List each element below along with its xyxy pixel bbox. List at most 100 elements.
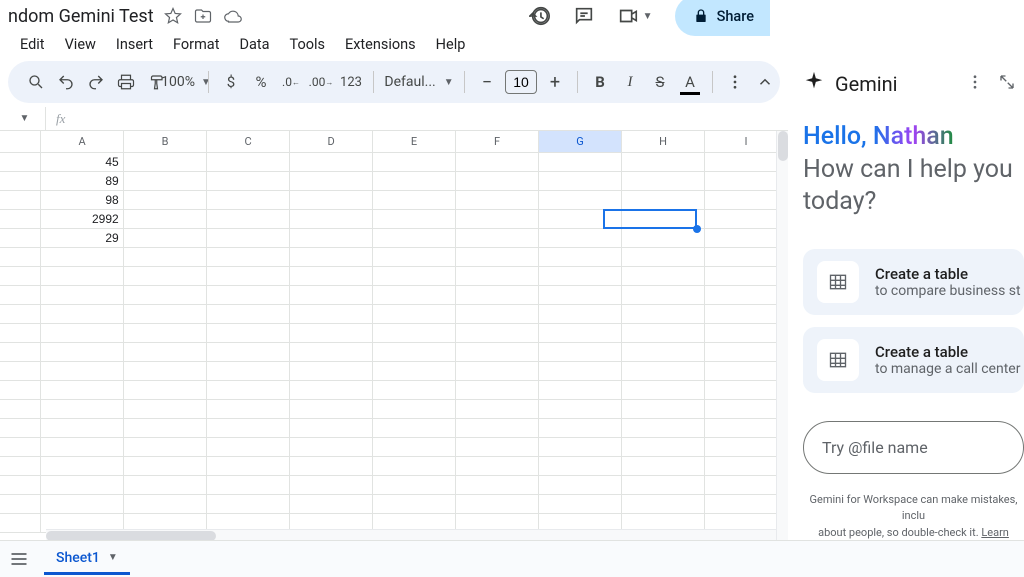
cell[interactable] <box>41 495 124 514</box>
font-size-input[interactable] <box>505 70 537 94</box>
cell[interactable] <box>124 476 207 495</box>
cell[interactable] <box>456 210 539 229</box>
all-sheets-icon[interactable] <box>4 544 34 574</box>
meet-icon[interactable]: ▼ <box>617 5 653 27</box>
row-header[interactable] <box>0 419 41 438</box>
cell[interactable] <box>622 172 705 191</box>
cell[interactable] <box>539 191 622 210</box>
cell[interactable]: 98 <box>41 191 124 210</box>
cell[interactable] <box>622 324 705 343</box>
cell[interactable] <box>290 419 373 438</box>
cell[interactable] <box>207 457 290 476</box>
strikethrough-icon[interactable]: S <box>646 68 674 96</box>
cell[interactable] <box>41 324 124 343</box>
cell[interactable] <box>41 457 124 476</box>
row-header[interactable] <box>0 153 41 172</box>
menu-data[interactable]: Data <box>239 36 269 53</box>
cell[interactable] <box>622 305 705 324</box>
cell[interactable] <box>124 172 207 191</box>
cell[interactable] <box>124 438 207 457</box>
move-folder-icon[interactable] <box>194 7 212 25</box>
cell[interactable] <box>539 286 622 305</box>
cell[interactable] <box>622 381 705 400</box>
cell[interactable] <box>456 191 539 210</box>
cell[interactable] <box>456 495 539 514</box>
cell[interactable] <box>290 267 373 286</box>
comment-icon[interactable] <box>573 5 595 27</box>
cell[interactable] <box>373 210 456 229</box>
row-header[interactable] <box>0 457 41 476</box>
cell[interactable] <box>290 248 373 267</box>
decrease-font-icon[interactable]: − <box>473 68 501 96</box>
cell[interactable]: 89 <box>41 172 124 191</box>
row-header[interactable] <box>0 305 41 324</box>
cell[interactable] <box>290 457 373 476</box>
cell[interactable] <box>539 457 622 476</box>
row-header[interactable] <box>0 229 41 248</box>
history-icon[interactable] <box>529 5 551 27</box>
share-button[interactable]: Share <box>675 0 770 36</box>
cell[interactable] <box>456 324 539 343</box>
spreadsheet-grid[interactable]: ABCDEFGHI 458998299229 <box>0 131 788 541</box>
cell[interactable] <box>373 153 456 172</box>
cell[interactable] <box>207 362 290 381</box>
cell[interactable] <box>41 362 124 381</box>
row-header[interactable] <box>0 248 41 267</box>
cell[interactable] <box>207 343 290 362</box>
cell[interactable] <box>373 305 456 324</box>
cell[interactable] <box>41 286 124 305</box>
fill-handle[interactable] <box>693 225 701 233</box>
row-header[interactable] <box>0 476 41 495</box>
cell[interactable] <box>539 229 622 248</box>
cell[interactable] <box>124 248 207 267</box>
menu-help[interactable]: Help <box>436 36 466 53</box>
cell[interactable] <box>456 419 539 438</box>
cell[interactable] <box>373 343 456 362</box>
cell[interactable] <box>456 172 539 191</box>
menu-format[interactable]: Format <box>173 36 219 53</box>
gemini-more-icon[interactable] <box>966 72 984 96</box>
cell[interactable] <box>539 343 622 362</box>
more-formatting-icon[interactable] <box>721 68 749 96</box>
cell[interactable]: 45 <box>41 153 124 172</box>
cell[interactable] <box>290 172 373 191</box>
cell[interactable] <box>373 362 456 381</box>
cell[interactable] <box>456 343 539 362</box>
cell[interactable] <box>290 191 373 210</box>
cell[interactable] <box>622 267 705 286</box>
row-header[interactable] <box>0 438 41 457</box>
name-box[interactable]: ▼ <box>0 107 46 130</box>
cell[interactable] <box>539 267 622 286</box>
gemini-expand-icon[interactable] <box>998 72 1016 96</box>
cell[interactable] <box>373 248 456 267</box>
cell[interactable] <box>41 400 124 419</box>
cell[interactable] <box>373 476 456 495</box>
cell[interactable] <box>207 305 290 324</box>
cell[interactable] <box>373 457 456 476</box>
gemini-prompt-input[interactable]: Try @file name <box>803 421 1024 474</box>
cell[interactable] <box>622 476 705 495</box>
cell[interactable] <box>41 438 124 457</box>
cell[interactable] <box>207 286 290 305</box>
formula-bar[interactable] <box>75 107 788 130</box>
cell[interactable] <box>373 172 456 191</box>
cell[interactable] <box>622 457 705 476</box>
cell[interactable] <box>622 419 705 438</box>
cell[interactable] <box>124 324 207 343</box>
cell[interactable] <box>290 438 373 457</box>
suggestion-card-1[interactable]: Create a tableto compare business st <box>803 249 1024 315</box>
menu-tools[interactable]: Tools <box>290 36 326 53</box>
cell[interactable] <box>41 419 124 438</box>
row-header[interactable] <box>0 172 41 191</box>
row-header[interactable] <box>0 381 41 400</box>
cell[interactable] <box>290 400 373 419</box>
font-select[interactable]: Defaul...▼ <box>382 68 456 96</box>
cell[interactable] <box>290 324 373 343</box>
cell[interactable] <box>539 305 622 324</box>
row-header[interactable] <box>0 286 41 305</box>
cell[interactable] <box>124 381 207 400</box>
cell[interactable] <box>207 324 290 343</box>
cell[interactable] <box>539 476 622 495</box>
increase-font-icon[interactable]: + <box>541 68 569 96</box>
cell[interactable] <box>41 305 124 324</box>
